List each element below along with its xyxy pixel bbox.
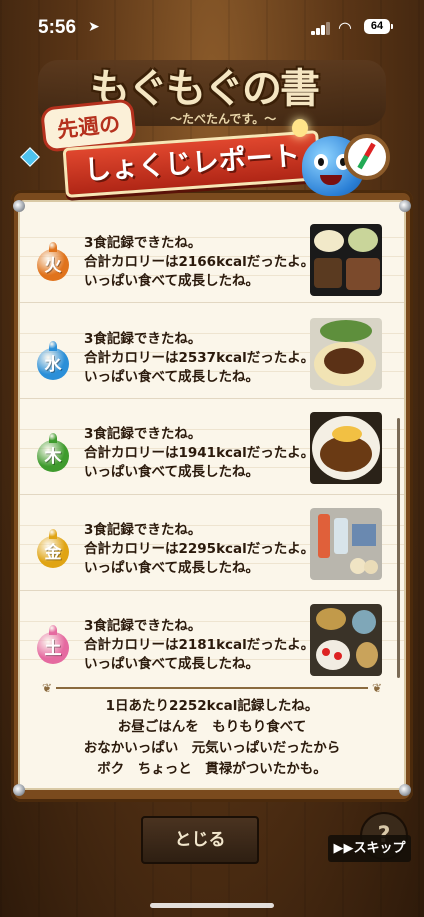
slime-mascot <box>298 120 390 200</box>
day-badge-friday: 金 <box>37 529 69 568</box>
day-entry: 火 3食記録できたね。 合計カロリーは2166kcalだったよ。 いっぱい食べて成長… <box>20 216 404 303</box>
day-badge-saturday: 土 <box>37 625 69 664</box>
report-banner: 先週の しょくじレポート <box>39 98 322 198</box>
cellular-signal-icon <box>311 22 331 35</box>
summary-line: 1日あたり2252kcal記録したね。 <box>105 698 319 714</box>
rivet-decoration <box>399 200 411 212</box>
day-entry: 金 3食記録できたね。 合計カロリーは2295kcalだったよ。 いっぱい食べて成長… <box>20 504 404 591</box>
scrollbar[interactable] <box>397 418 400 678</box>
rivet-decoration <box>13 200 25 212</box>
entry-text: 3食記録できたね。 合計カロリーは2181kcalだったよ。 いっぱい食べて成長した… <box>84 618 315 672</box>
entry-text: 3食記録できたね。 合計カロリーは2166kcalだったよ。 いっぱい食べて成長した… <box>84 235 315 289</box>
summary-line: おなかいっぱい 元気いっぱいだったから <box>83 740 341 756</box>
meal-photo[interactable] <box>310 318 382 390</box>
entry-text: 3食記録できたね。 合計カロリーは1941kcalだったよ。 いっぱい食べて成長した… <box>84 426 315 480</box>
entry-text: 3食記録できたね。 合計カロリーは2295kcalだったよ。 いっぱい食べて成長した… <box>84 522 315 576</box>
day-entry: 木 3食記録できたね。 合計カロリーは1941kcalだったよ。 いっぱい食べて成長… <box>20 408 404 495</box>
compass-icon <box>344 134 390 180</box>
status-time: 5:56 <box>38 17 77 38</box>
meal-photo[interactable] <box>310 412 382 484</box>
weekly-summary: 1日あたり2252kcal記録したね。 お昼ごはんを もりもり食べて おなかいっ… <box>20 696 404 780</box>
skip-button[interactable]: ▶▶スキップ <box>328 835 411 862</box>
day-badge-tuesday: 火 <box>37 242 69 281</box>
rivet-decoration <box>399 784 411 796</box>
summary-line: ボク ちょっと 貫禄がついたかも。 <box>97 761 327 777</box>
close-button[interactable]: とじる <box>141 816 259 864</box>
day-entry: 水 3食記録できたね。 合計カロリーは2537kcalだったよ。 いっぱい食べて成長… <box>20 312 404 399</box>
meal-photo[interactable] <box>310 604 382 676</box>
summary-divider: ❦ ❦ <box>41 681 383 695</box>
summary-line: お昼ごはんを もりもり食べて <box>117 719 307 735</box>
entry-text: 3食記録できたね。 合計カロリーは2537kcalだったよ。 いっぱい食べて成長した… <box>84 331 315 385</box>
rivet-decoration <box>13 784 25 796</box>
location-arrow-icon: ➤ <box>88 19 100 35</box>
home-indicator[interactable] <box>150 903 274 908</box>
day-entry: 土 3食記録できたね。 合計カロリーは2181kcalだったよ。 いっぱい食べて成長… <box>20 600 404 686</box>
meal-photo[interactable] <box>310 224 382 296</box>
day-badge-thursday: 木 <box>37 433 69 472</box>
status-bar: 5:56 ➤ ◠ 64 <box>0 0 424 54</box>
meal-photo[interactable] <box>310 508 382 580</box>
battery-icon: 64 <box>364 19 393 34</box>
wifi-icon: ◠ <box>338 18 352 37</box>
day-badge-wednesday: 水 <box>37 341 69 380</box>
